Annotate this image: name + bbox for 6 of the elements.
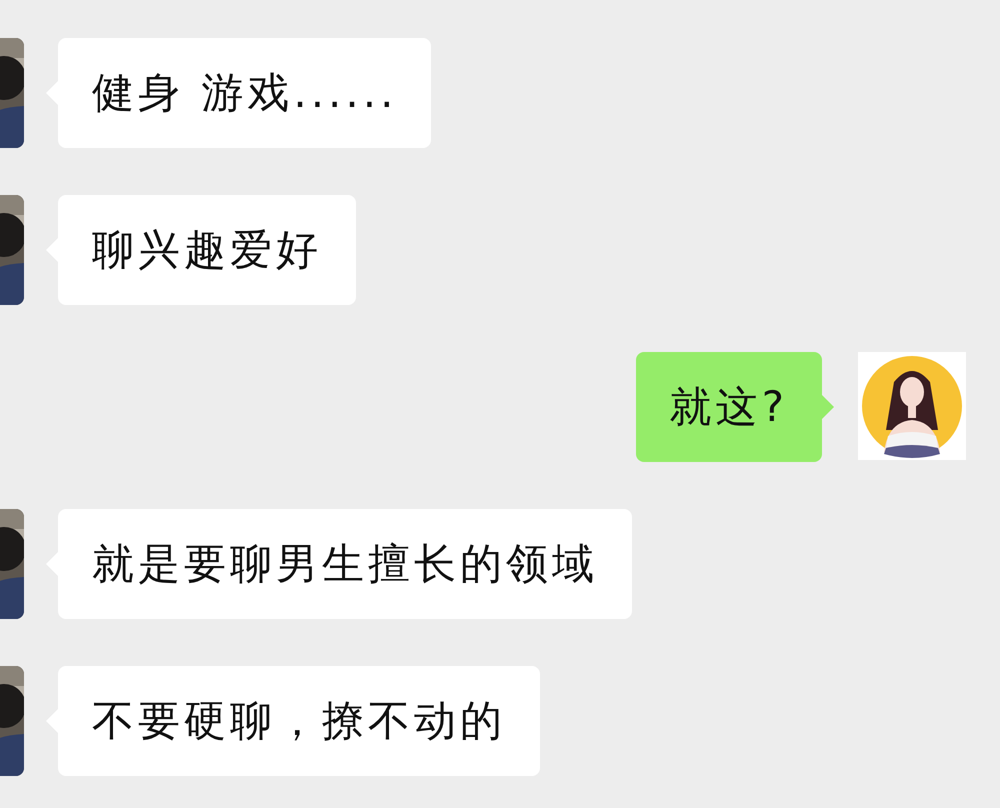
message-bubble: 就这? xyxy=(636,352,822,462)
message-bubble: 就是要聊男生擅长的领域 xyxy=(58,509,632,619)
message-bubble: 不要硬聊，撩不动的 xyxy=(58,666,540,776)
message-bubble: 健身 游戏...... xyxy=(58,38,432,148)
bubble-tail xyxy=(822,395,834,419)
message-bubble: 聊兴趣爱好 xyxy=(58,195,356,305)
